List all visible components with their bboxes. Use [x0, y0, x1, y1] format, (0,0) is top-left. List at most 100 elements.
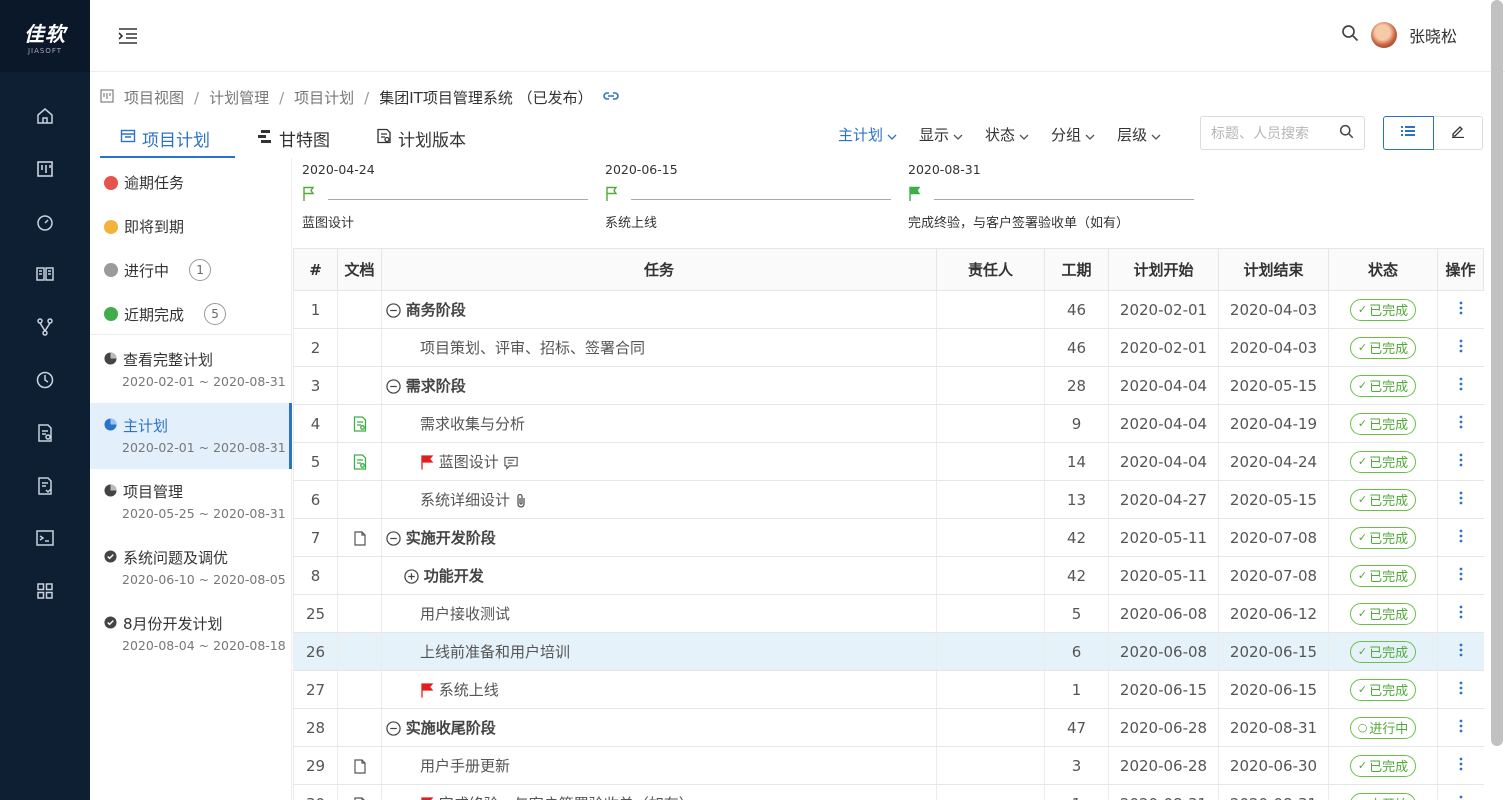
task-title[interactable]: 需求收集与分析	[420, 415, 525, 433]
quick-filter-overdue[interactable]: 逾期任务	[104, 172, 184, 193]
table-row[interactable]: 6 系统详细设计 13 2020-04-27 2020-05-15 ✓ 已完成	[293, 480, 1484, 519]
user-name[interactable]: 张晓松	[1409, 23, 1457, 47]
plan-item-project-mgmt[interactable]: 项目管理 2020-05-25 ~ 2020-08-31	[90, 469, 292, 535]
status-badge[interactable]: ✓ 已完成	[1349, 412, 1417, 435]
comment-icon[interactable]	[503, 456, 519, 470]
more-icon[interactable]	[1459, 415, 1463, 433]
task-title[interactable]: 用户接收测试	[420, 605, 510, 623]
expand-icon[interactable]	[404, 569, 419, 584]
filter-group[interactable]: 分组	[1051, 124, 1095, 145]
collapse-icon[interactable]	[386, 379, 401, 394]
table-row[interactable]: 28 实施收尾阶段 47 2020-06-28 2020-08-31 ○ 进行中	[293, 708, 1484, 747]
table-row[interactable]: 3 需求阶段 28 2020-04-04 2020-05-15 ✓ 已完成	[293, 366, 1484, 405]
task-title[interactable]: 需求阶段	[406, 377, 466, 395]
row-doc[interactable]	[337, 784, 382, 800]
filter-main-plan[interactable]: 主计划	[838, 124, 897, 145]
breadcrumb-item[interactable]: 项目视图	[124, 87, 184, 108]
spreadsheet-icon[interactable]	[353, 416, 367, 432]
dashboard-icon[interactable]	[33, 210, 57, 234]
tab-plan-version[interactable]: 计划版本	[376, 117, 466, 159]
document-icon[interactable]	[353, 796, 366, 800]
status-badge[interactable]: ✓ 已完成	[1349, 640, 1417, 663]
avatar[interactable]	[1370, 22, 1397, 48]
table-row[interactable]: 30 完成终验，与客户签署验收单（如有）12020-08-312020-08-3…	[293, 784, 1484, 800]
table-row[interactable]: 8 功能开发 42 2020-05-11 2020-07-08 ✓ 已完成	[293, 556, 1484, 595]
row-task[interactable]: 系统上线	[381, 670, 937, 709]
task-title[interactable]: 蓝图设计	[439, 453, 499, 471]
more-icon[interactable]	[1459, 377, 1463, 395]
table-row[interactable]: 1 商务阶段 46 2020-02-01 2020-04-03 ✓ 已完成	[293, 290, 1484, 329]
plan-item-main[interactable]: 主计划 2020-02-01 ~ 2020-08-31	[90, 403, 292, 469]
status-badge[interactable]: ○ 进行中	[1349, 716, 1417, 739]
table-row[interactable]: 4 需求收集与分析 9 2020-04-04 2020-04-19 ✓ 已完成	[293, 404, 1484, 443]
row-task[interactable]: 上线前准备和用户培训	[381, 632, 937, 671]
status-badge[interactable]: ✓ 已完成	[1349, 564, 1417, 587]
table-row[interactable]: 25 用户接收测试 5 2020-06-08 2020-06-12 ✓ 已完成	[293, 594, 1484, 633]
status-badge[interactable]: ✓ 已完成	[1349, 754, 1417, 777]
row-task[interactable]: 需求收集与分析	[381, 404, 937, 443]
row-task[interactable]: 商务阶段	[381, 290, 937, 329]
collapse-icon[interactable]	[386, 531, 401, 546]
clock-icon[interactable]	[33, 368, 57, 392]
task-title[interactable]: 完成终验，与客户签署验收单（如有）	[439, 795, 694, 800]
task-title[interactable]: 商务阶段	[406, 301, 466, 319]
row-task[interactable]: 系统详细设计	[381, 480, 937, 519]
task-title[interactable]: 系统详细设计	[420, 491, 510, 509]
task-title[interactable]: 实施收尾阶段	[406, 719, 496, 737]
more-icon[interactable]	[1459, 643, 1463, 661]
more-icon[interactable]	[1459, 567, 1463, 585]
edit-view-button[interactable]	[1433, 116, 1483, 150]
row-task[interactable]: 完成终验，与客户签署验收单（如有）	[381, 784, 937, 800]
more-icon[interactable]	[1459, 491, 1463, 509]
task-title[interactable]: 实施开发阶段	[406, 529, 496, 547]
task-title[interactable]: 系统上线	[439, 681, 499, 699]
branch-icon[interactable]	[33, 315, 57, 339]
table-row[interactable]: 5 蓝图设计 14 2020-04-04 2020-04-24 ✓ 已完成	[293, 442, 1484, 481]
breadcrumb-item[interactable]: 项目计划	[294, 87, 354, 108]
plan-item-august[interactable]: 8月份开发计划 2020-08-04 ~ 2020-08-18	[90, 601, 292, 667]
apps-icon[interactable]	[33, 579, 57, 603]
table-row[interactable]: 7 实施开发阶段 42 2020-05-11 2020-07-08 ✓ 已完成	[293, 518, 1484, 557]
table-row[interactable]: 2 项目策划、评审、招标、签署合同 46 2020-02-01 2020-04-03 ✓ 已…	[293, 328, 1484, 367]
task-title[interactable]: 项目策划、评审、招标、签署合同	[420, 339, 645, 357]
collapse-icon[interactable]	[386, 303, 401, 318]
plan-item-full[interactable]: 查看完整计划 2020-02-01 ~ 2020-08-31	[90, 337, 292, 403]
book-icon[interactable]	[33, 262, 57, 286]
document-icon[interactable]	[353, 758, 366, 774]
page-scrollbar[interactable]	[1491, 0, 1503, 746]
row-doc[interactable]	[337, 442, 382, 481]
document-icon[interactable]	[353, 530, 366, 546]
row-task[interactable]: 用户接收测试	[381, 594, 937, 633]
tab-project-plan[interactable]: 项目计划	[120, 117, 210, 159]
more-icon[interactable]	[1459, 719, 1463, 737]
link-icon[interactable]	[602, 89, 619, 107]
row-task[interactable]: 需求阶段	[381, 366, 937, 405]
status-badge[interactable]: ✓ 已完成	[1349, 488, 1417, 511]
menu-toggle-icon[interactable]	[116, 24, 140, 48]
row-doc[interactable]	[337, 404, 382, 443]
search-input[interactable]: 标题、人员搜索	[1200, 116, 1365, 150]
search-icon[interactable]	[1339, 124, 1354, 143]
more-icon[interactable]	[1459, 681, 1463, 699]
row-task[interactable]: 用户手册更新	[381, 746, 937, 785]
home-icon[interactable]	[33, 104, 57, 128]
status-badge[interactable]: ✓ 已完成	[1349, 298, 1417, 321]
filter-level[interactable]: 层级	[1117, 124, 1161, 145]
report-icon[interactable]	[33, 421, 57, 445]
status-badge[interactable]: ✓ 已完成	[1349, 602, 1417, 625]
quick-filter-recently-done[interactable]: 近期完成 5	[104, 303, 227, 325]
row-task[interactable]: 蓝图设计	[381, 442, 937, 481]
row-task[interactable]: 项目策划、评审、招标、签署合同	[381, 328, 937, 367]
table-row[interactable]: 26 上线前准备和用户培训 6 2020-06-08 2020-06-15 ✓ 已完成	[293, 632, 1484, 671]
plan-item-issues[interactable]: 系统问题及调优 2020-06-10 ~ 2020-08-05	[90, 535, 292, 601]
list-view-button[interactable]	[1383, 116, 1434, 150]
status-badge[interactable]: ✓ 已完成	[1349, 678, 1417, 701]
more-icon[interactable]	[1459, 453, 1463, 471]
search-icon[interactable]	[1341, 24, 1359, 46]
row-doc[interactable]	[337, 746, 382, 785]
more-icon[interactable]	[1459, 301, 1463, 319]
row-task[interactable]: 实施开发阶段	[381, 518, 937, 557]
table-row[interactable]: 29 用户手册更新 3 2020-06-28 2020-06-30 ✓ 已完成	[293, 746, 1484, 785]
status-badge[interactable]: ✓ 已完成	[1349, 526, 1417, 549]
breadcrumb-item[interactable]: 计划管理	[209, 87, 269, 108]
